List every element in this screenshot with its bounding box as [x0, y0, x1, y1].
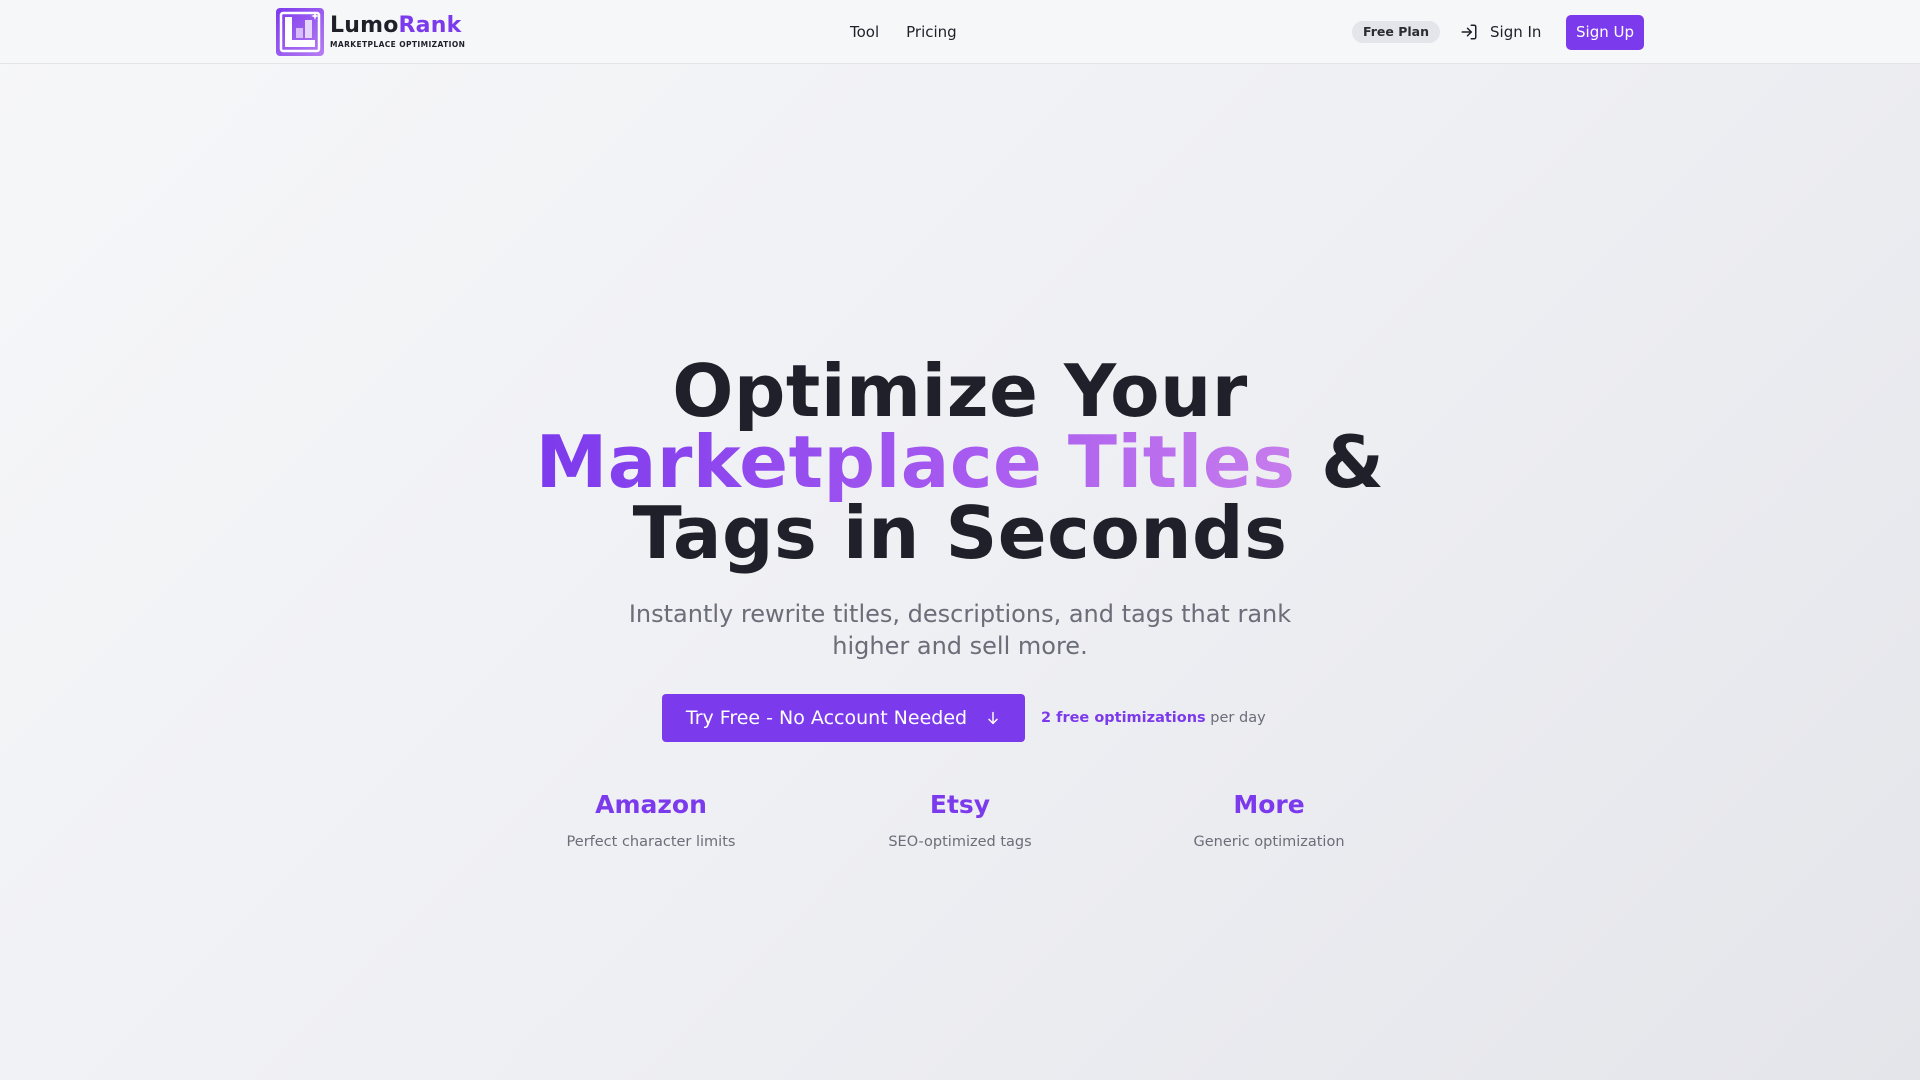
- hero-title-line3: Tags in Seconds: [632, 491, 1288, 575]
- brand-name: LumoRank: [330, 14, 465, 38]
- brand-name-part1: Lumo: [330, 13, 399, 38]
- hero-title: Optimize Your Marketplace Titles & Tags …: [460, 355, 1460, 569]
- feature-title: Amazon: [595, 790, 707, 819]
- sign-in-link[interactable]: Sign In: [1460, 18, 1541, 46]
- feature-title: More: [1233, 790, 1305, 819]
- brand-name-part2: Rank: [398, 13, 462, 38]
- feature-amazon: Amazon Perfect character limits: [521, 788, 781, 852]
- main-nav: Tool Pricing: [850, 0, 984, 64]
- feature-title: Etsy: [929, 790, 991, 819]
- free-usage-note: 2 free optimizations per day: [1041, 708, 1266, 728]
- try-free-label: Try Free - No Account Needed: [685, 707, 968, 729]
- try-free-button[interactable]: Try Free - No Account Needed: [662, 694, 1025, 742]
- feature-more: More Generic optimization: [1139, 788, 1399, 852]
- logo-icon: [276, 8, 324, 56]
- feature-desc: SEO-optimized tags: [888, 834, 1032, 850]
- hero-title-ampersand: &: [1295, 420, 1385, 504]
- plan-badge: Free Plan: [1352, 21, 1440, 43]
- feature-desc: Perfect character limits: [566, 834, 736, 850]
- free-usage-period: per day: [1205, 710, 1266, 726]
- free-usage-count: 2 free optimizations: [1041, 710, 1206, 726]
- sign-in-icon: [1461, 24, 1477, 40]
- nav-link-tool[interactable]: Tool: [850, 23, 879, 41]
- sign-up-button[interactable]: Sign Up: [1566, 15, 1644, 50]
- nav-link-pricing[interactable]: Pricing: [906, 23, 957, 41]
- top-navbar: LumoRank MARKETPLACE OPTIMIZATION Tool P…: [0, 0, 1920, 64]
- feature-desc: Generic optimization: [1193, 834, 1345, 850]
- arrow-down-icon: [988, 711, 998, 725]
- sign-in-label: Sign In: [1490, 23, 1542, 41]
- logo-link[interactable]: LumoRank MARKETPLACE OPTIMIZATION: [276, 8, 465, 56]
- hero-subtitle: Instantly rewrite titles, descriptions, …: [628, 600, 1292, 660]
- feature-etsy: Etsy SEO-optimized tags: [830, 788, 1090, 852]
- brand-tagline: MARKETPLACE OPTIMIZATION: [330, 40, 466, 49]
